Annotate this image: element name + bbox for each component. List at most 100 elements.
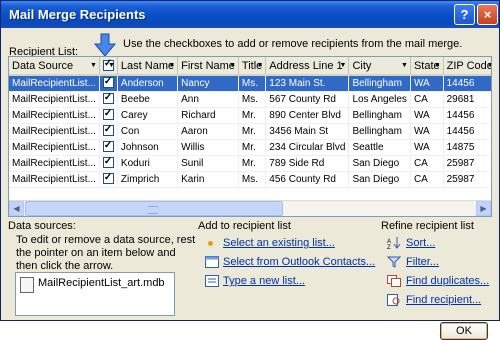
row-checkbox[interactable] <box>102 156 114 168</box>
close-button[interactable]: × <box>477 4 498 25</box>
cell-checkbox[interactable] <box>99 91 118 108</box>
cell-address: 456 County Rd <box>265 171 350 188</box>
table-row[interactable]: MailRecipientList... JohnsonWillisMr.234 … <box>9 139 491 156</box>
scroll-right-arrow-icon[interactable]: ▶ <box>476 201 491 216</box>
help-button[interactable]: ? <box>454 4 475 25</box>
cell-first: Karin <box>177 171 239 188</box>
dropdown-arrow-icon[interactable]: ▼ <box>487 62 491 69</box>
cell-source: MailRecipientList... <box>9 171 100 188</box>
refine-list-heading: Refine recipient list <box>381 220 474 232</box>
type-new-list-link[interactable]: Type a new list... <box>223 275 305 287</box>
data-sources-list: MailRecipientList_art.mdb <box>15 272 175 316</box>
table-row[interactable]: MailRecipientList... KoduriSunilMr.789 Si… <box>9 155 491 172</box>
dropdown-arrow-icon[interactable]: ▼ <box>340 62 347 69</box>
column-header-last-name[interactable]: Last Name ▼ <box>117 57 179 76</box>
find-recipient-link[interactable]: Find recipient... <box>406 294 481 306</box>
ok-button[interactable]: OK <box>440 322 488 340</box>
column-header-address[interactable]: Address Line 1 ▼ <box>265 57 350 76</box>
cell-state: CA <box>410 171 444 188</box>
scrollbar-thumb[interactable] <box>25 201 283 216</box>
title-bar: Mail Merge Recipients ? × <box>1 1 499 28</box>
cell-first: Nancy <box>177 75 239 92</box>
cell-zip: 14456 <box>443 75 491 92</box>
new-list-icon <box>205 275 219 287</box>
cell-title: Mr. <box>238 139 267 156</box>
add-to-list-heading: Add to recipient list <box>198 220 291 232</box>
cell-checkbox[interactable] <box>99 107 118 124</box>
scroll-left-arrow-icon[interactable]: ◀ <box>9 201 24 216</box>
sort-link[interactable]: Sort... <box>406 237 435 249</box>
cell-checkbox[interactable] <box>99 123 118 140</box>
row-checkbox[interactable] <box>102 172 114 184</box>
row-checkbox[interactable] <box>102 108 114 120</box>
cell-zip: 25987 <box>443 171 491 188</box>
cell-source: MailRecipientList... <box>9 123 100 140</box>
cell-zip: 14875 <box>443 139 491 156</box>
find-recipient-icon <box>387 294 400 306</box>
column-header-city[interactable]: City ▼ <box>348 57 411 76</box>
select-existing-list-link[interactable]: Select an existing list... <box>223 237 335 249</box>
mail-merge-recipients-dialog: Mail Merge Recipients ? × Use the checkb… <box>0 0 500 340</box>
filter-link[interactable]: Filter... <box>406 256 439 268</box>
row-checkbox[interactable] <box>102 140 114 152</box>
column-header-title[interactable]: Title ▼ <box>238 57 267 76</box>
row-checkbox[interactable] <box>102 124 114 136</box>
table-row[interactable]: MailRecipientList... ConAaronMr.3456 Main… <box>9 123 491 140</box>
dropdown-arrow-icon[interactable]: ▼ <box>256 62 263 69</box>
cell-address: 234 Circular Blvd <box>265 139 350 156</box>
cell-first: Sunil <box>177 155 239 172</box>
cell-first: Aaron <box>177 123 239 140</box>
horizontal-scrollbar[interactable]: ◀ ▶ <box>9 200 491 216</box>
cell-last: Zimprich <box>117 171 179 188</box>
cell-checkbox[interactable] <box>99 171 118 188</box>
row-checkbox[interactable] <box>102 92 114 104</box>
cell-address: 123 Main St. <box>265 75 350 92</box>
outlook-contacts-icon <box>205 256 219 268</box>
cell-state: WA <box>410 107 444 124</box>
dropdown-arrow-icon[interactable]: ▼ <box>229 62 236 69</box>
find-duplicates-icon <box>387 275 401 287</box>
cell-title: Ms. <box>238 75 267 92</box>
table-row[interactable]: MailRecipientList... CareyRichardMr.890 C… <box>9 107 491 124</box>
cell-address: 890 Center Blvd <box>265 107 350 124</box>
column-header-zip[interactable]: ZIP Code▼ <box>443 57 491 76</box>
dropdown-arrow-icon[interactable]: ▼ <box>168 62 175 69</box>
table-row[interactable]: MailRecipientList... ZimprichKarinMs.456 … <box>9 171 491 188</box>
column-header-state[interactable]: State ▼ <box>410 57 444 76</box>
cell-last: Carey <box>117 107 179 124</box>
table-row[interactable]: MailRecipientList... AndersonNancyMs.123 … <box>9 75 491 92</box>
database-file-icon <box>20 277 34 293</box>
data-sources-note: To edit or remove a data source, rest th… <box>16 234 196 272</box>
cell-title: Mr. <box>238 123 267 140</box>
cell-checkbox[interactable] <box>99 75 118 92</box>
cell-last: Beebe <box>117 91 179 108</box>
data-source-name: MailRecipientList_art.mdb <box>38 277 165 289</box>
table-row[interactable]: MailRecipientList... BeebeAnnMs.567 Count… <box>9 91 491 108</box>
cell-state: WA <box>410 75 444 92</box>
cell-state: WA <box>410 123 444 140</box>
cell-address: 567 County Rd <box>265 91 350 108</box>
cell-title: Mr. <box>238 155 267 172</box>
recipient-grid: Data Source▼ ▼ Last Name▼ First Name▼ Ti… <box>8 56 492 217</box>
cell-checkbox[interactable] <box>99 139 118 156</box>
column-header-data-source[interactable]: Data Source ▼ <box>9 57 100 76</box>
header-row: Data Source▼ ▼ Last Name▼ First Name▼ Ti… <box>9 57 491 76</box>
dropdown-arrow-icon[interactable]: ▼ <box>90 62 97 69</box>
cell-checkbox[interactable] <box>99 155 118 172</box>
dropdown-arrow-icon[interactable]: ▼ <box>401 62 408 69</box>
cell-zip: 25987 <box>443 155 491 172</box>
cell-address: 789 Side Rd <box>265 155 350 172</box>
cell-state: CA <box>410 91 444 108</box>
column-header-checkbox[interactable]: ▼ <box>99 57 118 76</box>
dropdown-arrow-icon[interactable]: ▼ <box>108 62 115 69</box>
row-checkbox[interactable] <box>102 75 114 88</box>
find-duplicates-link[interactable]: Find duplicates... <box>406 275 489 287</box>
cell-source: MailRecipientList... <box>9 155 100 172</box>
cell-title: Ms. <box>238 91 267 108</box>
cell-source: MailRecipientList... <box>9 139 100 156</box>
select-outlook-contacts-link[interactable]: Select from Outlook Contacts... <box>223 256 375 268</box>
dropdown-arrow-icon[interactable]: ▼ <box>434 62 441 69</box>
cell-last: Koduri <box>117 155 179 172</box>
cell-title: Ms. <box>238 171 267 188</box>
column-header-first-name[interactable]: First Name ▼ <box>177 57 239 76</box>
